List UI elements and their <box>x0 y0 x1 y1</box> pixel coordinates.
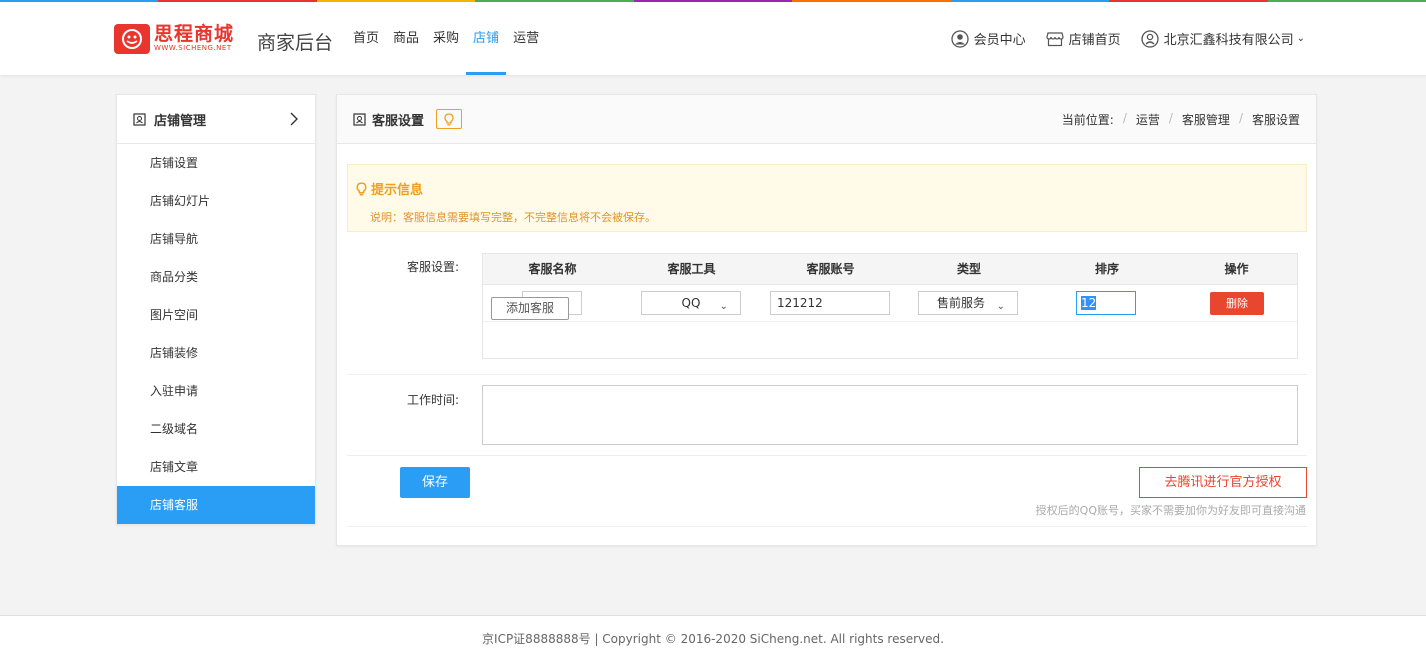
sidebar-item-shop-nav[interactable]: 店铺导航 <box>117 220 315 258</box>
delete-button[interactable]: 删除 <box>1210 292 1264 315</box>
service-settings-icon <box>353 112 366 126</box>
nav-purchase[interactable]: 采购 <box>426 2 466 75</box>
top-header: 思程商城 WWW.SICHENG.NET 商家后台 首页 商品 采购 店铺 运营… <box>0 2 1426 75</box>
breadcrumb-item-service-settings: 客服设置 <box>1251 112 1300 127</box>
nav-goods[interactable]: 商品 <box>386 2 426 75</box>
company-account-menu[interactable]: 北京汇鑫科技有限公司 ⌄ <box>1140 29 1305 48</box>
nav-operation[interactable]: 运营 <box>506 2 546 75</box>
col-header-name: 客服名称 <box>528 262 577 276</box>
save-button[interactable]: 保存 <box>400 467 470 498</box>
breadcrumb-item-service-manage[interactable]: 客服管理 <box>1182 111 1230 128</box>
brand-subtitle: 商家后台 <box>257 32 334 54</box>
sidebar-item-shop-service[interactable]: 店铺客服 <box>117 486 315 524</box>
chevron-down-icon: ⌄ <box>1296 33 1305 44</box>
site-logo[interactable]: 思程商城 WWW.SICHENG.NET <box>114 24 234 54</box>
cs-account-input[interactable]: 121212 <box>770 291 890 315</box>
chevron-right-icon[interactable] <box>289 112 299 126</box>
chevron-down-icon: ⌄ <box>719 301 728 312</box>
footer: 京ICP证8888888号 | Copyright © 2016-2020 Si… <box>0 616 1426 664</box>
member-center-link[interactable]: 会员中心 <box>950 29 1026 48</box>
member-center-label: 会员中心 <box>973 33 1026 48</box>
lightbulb-icon <box>444 112 454 125</box>
sidebar-item-subdomain[interactable]: 二级域名 <box>117 410 315 448</box>
breadcrumb: 当前位置: / 运营 / 客服管理 / 客服设置 <box>1061 110 1300 128</box>
sidebar-item-shop-slides[interactable]: 店铺幻灯片 <box>117 182 315 220</box>
cs-sort-input[interactable]: 12 <box>1076 291 1136 315</box>
sidebar-title: 店铺管理 <box>154 113 207 129</box>
cs-settings-label: 客服设置: <box>406 260 459 274</box>
sidebar-header[interactable]: 店铺管理 <box>117 95 315 144</box>
notice-title: 提示信息 <box>356 179 423 198</box>
sidebar: 店铺管理 店铺设置 店铺幻灯片 店铺导航 商品分类 图片空间 店铺装修 入驻申请… <box>116 94 316 525</box>
sidebar-item-goods-category[interactable]: 商品分类 <box>117 258 315 296</box>
shop-home-link[interactable]: 店铺首页 <box>1045 29 1121 48</box>
footer-copyright: 京ICP证8888888号 | Copyright © 2016-2020 Si… <box>482 632 944 646</box>
top-nav: 首页 商品 采购 店铺 运营 <box>353 2 546 75</box>
col-header-account: 客服账号 <box>806 262 855 276</box>
divider <box>347 374 1307 375</box>
sidebar-item-shop-articles[interactable]: 店铺文章 <box>117 448 315 486</box>
tencent-auth-button[interactable]: 去腾讯进行官方授权 <box>1139 467 1307 498</box>
divider <box>347 455 1307 456</box>
work-time-textarea[interactable] <box>482 385 1298 445</box>
lightbulb-icon <box>356 181 367 195</box>
chevron-down-icon: ⌄ <box>996 301 1005 312</box>
cs-tool-select[interactable]: QQ ⌄ <box>641 291 741 315</box>
nav-shop[interactable]: 店铺 <box>466 2 507 75</box>
sidebar-item-shop-decor[interactable]: 店铺装修 <box>117 334 315 372</box>
user-circle-icon <box>950 29 969 48</box>
cs-table: 客服名称 客服工具 客服账号 类型 排序 操作 1212 QQ ⌄ 121212… <box>482 253 1298 359</box>
main-panel: 客服设置 当前位置: / 运营 / 客服管理 / 客服设置 提示信息 说明：客服… <box>336 94 1317 546</box>
sidebar-item-image-space[interactable]: 图片空间 <box>117 296 315 334</box>
shop-manage-icon <box>133 112 146 126</box>
divider <box>347 526 1307 527</box>
store-icon <box>1045 31 1064 46</box>
logo-text-cn: 思程商城 <box>154 23 235 45</box>
sidebar-item-shop-settings[interactable]: 店铺设置 <box>117 144 315 182</box>
logo-icon <box>114 24 150 54</box>
col-header-sort: 排序 <box>1094 262 1119 276</box>
top-right-links: 会员中心 店铺首页 北京汇鑫科技有限公司 ⌄ <box>931 2 1305 75</box>
col-header-type: 类型 <box>956 262 981 276</box>
nav-home[interactable]: 首页 <box>353 2 386 75</box>
notice-title-text: 提示信息 <box>371 183 424 198</box>
cs-type-select[interactable]: 售前服务 ⌄ <box>918 291 1018 315</box>
shop-home-label: 店铺首页 <box>1068 33 1121 48</box>
user-icon <box>1140 29 1159 48</box>
auth-tip: 授权后的QQ账号，买家不需要加你为好友即可直接沟通 <box>1035 504 1306 517</box>
sidebar-item-join-apply[interactable]: 入驻申请 <box>117 372 315 410</box>
breadcrumb-prefix: 当前位置: <box>1061 112 1114 127</box>
cs-sort-value: 12 <box>1081 296 1097 310</box>
company-name: 北京汇鑫科技有限公司 <box>1163 33 1294 48</box>
cs-table-header: 客服名称 客服工具 客服账号 类型 排序 操作 <box>483 254 1297 285</box>
col-header-action: 操作 <box>1224 262 1249 276</box>
notice-description: 说明：客服信息需要填写完整，不完整信息将不会被保存。 <box>370 211 656 224</box>
cs-type-value: 售前服务 <box>937 296 986 310</box>
add-service-button[interactable]: 添加客服 <box>491 297 569 320</box>
col-header-tool: 客服工具 <box>667 262 716 276</box>
logo-text-en: WWW.SICHENG.NET <box>154 44 232 52</box>
work-time-label: 工作时间: <box>406 393 459 407</box>
table-row: 1212 QQ ⌄ 121212 售前服务 ⌄ 12 删除 <box>483 285 1297 322</box>
main-header: 客服设置 当前位置: / 运营 / 客服管理 / 客服设置 <box>337 95 1316 144</box>
cs-tool-value: QQ <box>681 296 701 310</box>
tips-toggle[interactable] <box>436 109 463 129</box>
breadcrumb-item-operation[interactable]: 运营 <box>1136 111 1160 128</box>
notice-box: 提示信息 说明：客服信息需要填写完整，不完整信息将不会被保存。 <box>347 164 1307 232</box>
page-title: 客服设置 <box>372 113 425 129</box>
